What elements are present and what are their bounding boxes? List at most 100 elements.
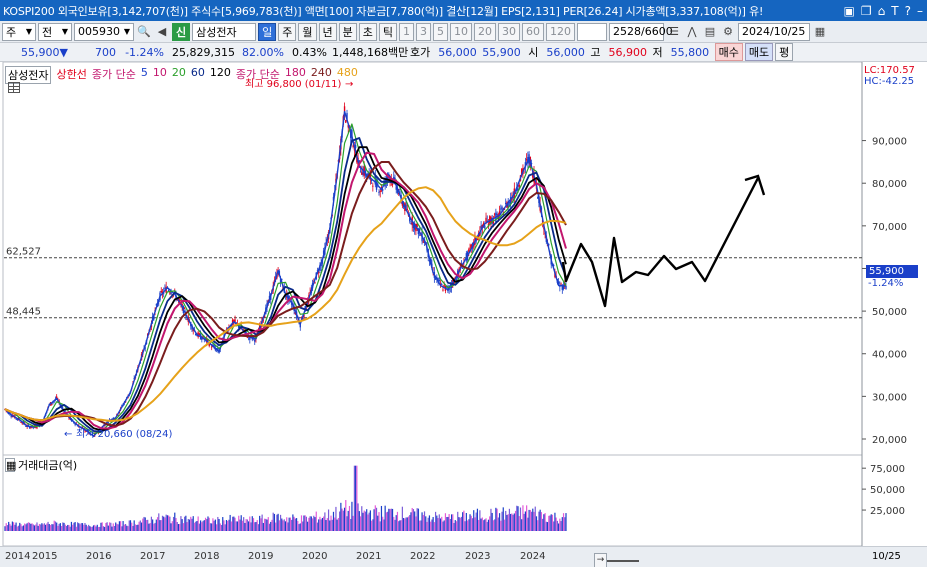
volume-bar <box>395 515 397 531</box>
volume-bar <box>345 500 347 531</box>
period-weekly-button[interactable]: 주 <box>278 22 297 41</box>
search-icon[interactable]: 🔍 <box>136 23 152 41</box>
scope-select[interactable]: 전 ▼ <box>38 22 72 41</box>
volume-label[interactable]: 거래대금(억) <box>18 457 77 473</box>
volume-bar <box>227 520 229 531</box>
count-5-button[interactable]: 5 <box>433 22 448 41</box>
legend-ma20[interactable]: 20 <box>172 66 186 84</box>
stack-icon[interactable]: ☰ <box>666 23 682 41</box>
volume-bar <box>330 515 332 531</box>
volume-bar <box>390 508 392 531</box>
legend-ma60[interactable]: 60 <box>191 66 205 84</box>
legend-ma10[interactable]: 10 <box>153 66 167 84</box>
date-input[interactable]: 2024/10/25 <box>738 22 810 41</box>
calendar-icon[interactable]: ▦ <box>812 23 828 41</box>
ask-price: 56,000 <box>438 45 477 59</box>
count-3-button[interactable]: 3 <box>416 22 431 41</box>
legend-upper-limit[interactable]: 상한선 <box>56 66 86 84</box>
volume-bar <box>185 515 187 531</box>
period-second-button[interactable]: 초 <box>358 22 377 41</box>
pin-icon[interactable]: ⌂ <box>878 4 886 18</box>
legend-ma240[interactable]: 240 <box>311 66 332 84</box>
volume-bar <box>204 517 207 531</box>
volume-bar <box>373 509 375 531</box>
count-20-button[interactable]: 20 <box>474 22 496 41</box>
volume-bar <box>203 520 205 531</box>
volume-bar <box>311 518 314 531</box>
scroll-right-icon[interactable]: → <box>594 552 607 567</box>
legend-ma-label[interactable]: 종가 단순 <box>92 66 136 84</box>
period-tick-button[interactable]: 틱 <box>378 22 397 41</box>
legend-ma5[interactable]: 5 <box>141 66 148 84</box>
volume-bar <box>186 522 188 531</box>
copy-icon[interactable]: ❐ <box>861 4 872 18</box>
period-daily-button[interactable]: 일 <box>258 22 277 41</box>
volume-bar <box>548 515 550 531</box>
gear-icon[interactable]: ⚙ <box>720 23 736 41</box>
volume-bar <box>222 517 224 531</box>
volume-bar <box>462 512 464 531</box>
volume-bar <box>144 517 146 531</box>
custom-count-input[interactable] <box>577 22 607 41</box>
zigzag-icon[interactable]: ⋀ <box>684 23 700 41</box>
volume-bar <box>314 517 316 531</box>
range-input[interactable]: 2528/6600 <box>609 22 673 41</box>
x-tick-2018: 2018 <box>194 550 220 562</box>
volume-bar <box>86 526 89 531</box>
stock-name[interactable]: 삼성전자 <box>192 22 257 41</box>
candle-body <box>493 213 496 215</box>
volume-bar <box>516 505 518 531</box>
count-10-button[interactable]: 10 <box>450 22 472 41</box>
volume-bar <box>76 522 79 531</box>
volume-bar <box>463 510 465 531</box>
volume-bar <box>241 520 244 531</box>
table-icon[interactable] <box>8 82 20 93</box>
count-120-button[interactable]: 120 <box>546 22 575 41</box>
volume-bar <box>319 516 321 531</box>
sell-button[interactable]: 매도 <box>744 43 774 61</box>
legend-ma120[interactable]: 120 <box>210 66 231 84</box>
sound-icon[interactable]: ◀ <box>154 23 170 41</box>
eval-button[interactable]: 평 <box>775 43 794 61</box>
volume-bar <box>140 522 143 531</box>
buy-button[interactable]: 매수 <box>714 43 743 61</box>
count-1-button[interactable]: 1 <box>399 22 414 41</box>
font-icon[interactable]: T <box>891 4 898 18</box>
volume-bar <box>42 524 44 531</box>
volume-bar <box>108 522 111 531</box>
volume-bar <box>549 515 551 531</box>
volume-bar <box>46 523 48 531</box>
volume-bar <box>22 525 25 531</box>
volume-bar <box>521 519 523 531</box>
code-input[interactable]: 005930 ▼ <box>74 22 134 41</box>
volume-bar <box>517 506 519 531</box>
volume-bar <box>54 521 57 531</box>
period-minute-button[interactable]: 분 <box>338 22 357 41</box>
volume-bar <box>428 515 431 531</box>
volume-bar <box>6 525 9 531</box>
count-60-button[interactable]: 60 <box>522 22 544 41</box>
volume-table-icon[interactable]: ▦ <box>5 458 16 472</box>
volume-bar <box>70 521 73 531</box>
help-icon[interactable]: ? <box>905 4 911 18</box>
price-chart[interactable]: 90,00080,00070,00060,00050,00040,00030,0… <box>0 62 927 567</box>
minimize-icon[interactable]: – <box>917 4 923 18</box>
stock-chart-window: KOSPI200 외국인보유[3,142,707(천)] 주식수[5,969,7… <box>0 0 927 567</box>
volume-bar <box>347 510 349 531</box>
legend-ma2-label[interactable]: 종가 단순 <box>236 66 280 84</box>
volume-bar <box>369 510 371 531</box>
volume-bar <box>244 522 246 531</box>
volume-bar <box>436 515 438 531</box>
legend-ma480[interactable]: 480 <box>337 66 358 84</box>
legend-ma180[interactable]: 180 <box>285 66 306 84</box>
ma120-line <box>4 146 567 432</box>
period-yearly-button[interactable]: 년 <box>318 22 337 41</box>
x-tick-2023: 2023 <box>465 550 491 562</box>
market-select[interactable]: 주 ▼ <box>2 22 36 41</box>
volume-bar <box>533 511 535 531</box>
count-30-button[interactable]: 30 <box>498 22 520 41</box>
restore-icon[interactable]: ▣ <box>844 4 855 18</box>
period-monthly-button[interactable]: 월 <box>298 22 317 41</box>
volume-bar <box>492 520 495 531</box>
save-icon[interactable]: ▤ <box>702 23 718 41</box>
